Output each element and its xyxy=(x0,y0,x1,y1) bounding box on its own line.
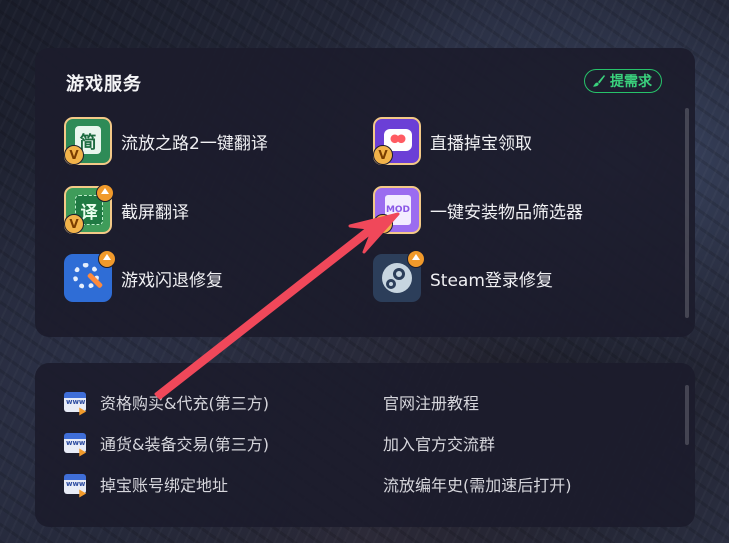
simplified-chinese-icon: 简 V xyxy=(64,117,112,165)
service-label: 直播掉宝领取 xyxy=(430,133,532,154)
link-join-group[interactable]: 加入官方交流群 xyxy=(383,431,495,455)
service-steam-login-fix[interactable]: Steam登录修复 xyxy=(373,250,553,302)
update-badge-icon xyxy=(98,250,116,268)
service-label: 流放之路2一键翻译 xyxy=(121,133,268,154)
link-chronicle[interactable]: 流放编年史(需加速后打开) xyxy=(383,472,572,496)
www-icon xyxy=(64,474,86,494)
link-label: 通货&装备交易(第三方) xyxy=(100,435,269,454)
live-drop-icon: V xyxy=(373,117,421,165)
mod-file-icon: MOD V xyxy=(373,186,421,234)
links-panel: 资格购买&代充(第三方) 官网注册教程 通货&装备交易(第三方) 加入官方交流群… xyxy=(35,363,695,527)
vip-badge-icon: V xyxy=(373,145,393,165)
service-label: 一键安装物品筛选器 xyxy=(430,202,583,223)
link-label: 官网注册教程 xyxy=(383,394,480,413)
gear-repair-icon xyxy=(64,250,116,302)
www-icon xyxy=(64,392,86,412)
service-label: 游戏闪退修复 xyxy=(121,270,223,291)
link-drop-binding[interactable]: 掉宝账号绑定地址 xyxy=(64,472,228,496)
service-screenshot-translate[interactable]: 译 V 截屏翻译 xyxy=(64,184,189,234)
link-label: 资格购买&代充(第三方) xyxy=(100,394,269,413)
request-feature-label: 提需求 xyxy=(610,74,652,90)
service-label: Steam登录修复 xyxy=(430,270,553,291)
scrollbar[interactable] xyxy=(685,108,689,318)
link-registration-tutorial[interactable]: 官网注册教程 xyxy=(383,390,479,414)
link-label: 加入官方交流群 xyxy=(383,435,496,454)
link-account-purchase[interactable]: 资格购买&代充(第三方) xyxy=(64,390,269,414)
service-live-drops[interactable]: V 直播掉宝领取 xyxy=(373,117,532,165)
update-badge-icon xyxy=(407,250,425,268)
update-badge-icon xyxy=(96,184,114,202)
service-item-filter-install[interactable]: MOD V 一键安装物品筛选器 xyxy=(373,186,583,234)
scrollbar[interactable] xyxy=(685,385,689,445)
request-feature-button[interactable]: 提需求 xyxy=(584,69,662,93)
link-label: 掉宝账号绑定地址 xyxy=(100,476,229,495)
vip-badge-icon: V xyxy=(64,214,84,234)
www-icon xyxy=(64,433,86,453)
link-label: 流放编年史(需加速后打开) xyxy=(383,476,572,495)
service-label: 截屏翻译 xyxy=(121,202,189,223)
service-crash-fix[interactable]: 游戏闪退修复 xyxy=(64,250,223,302)
vip-badge-icon: V xyxy=(64,145,84,165)
steam-icon xyxy=(373,250,425,302)
panel-title: 游戏服务 xyxy=(66,74,142,95)
screenshot-translate-icon: 译 V xyxy=(64,184,114,234)
game-services-panel: 游戏服务 提需求 简 V 流放之路2一键翻译 V 直播掉宝领取 译 V 截屏翻译… xyxy=(35,48,695,337)
brush-icon xyxy=(593,75,605,87)
vip-badge-icon: V xyxy=(373,214,393,234)
link-currency-trade[interactable]: 通货&装备交易(第三方) xyxy=(64,431,269,455)
service-poe2-translate[interactable]: 简 V 流放之路2一键翻译 xyxy=(64,117,268,165)
